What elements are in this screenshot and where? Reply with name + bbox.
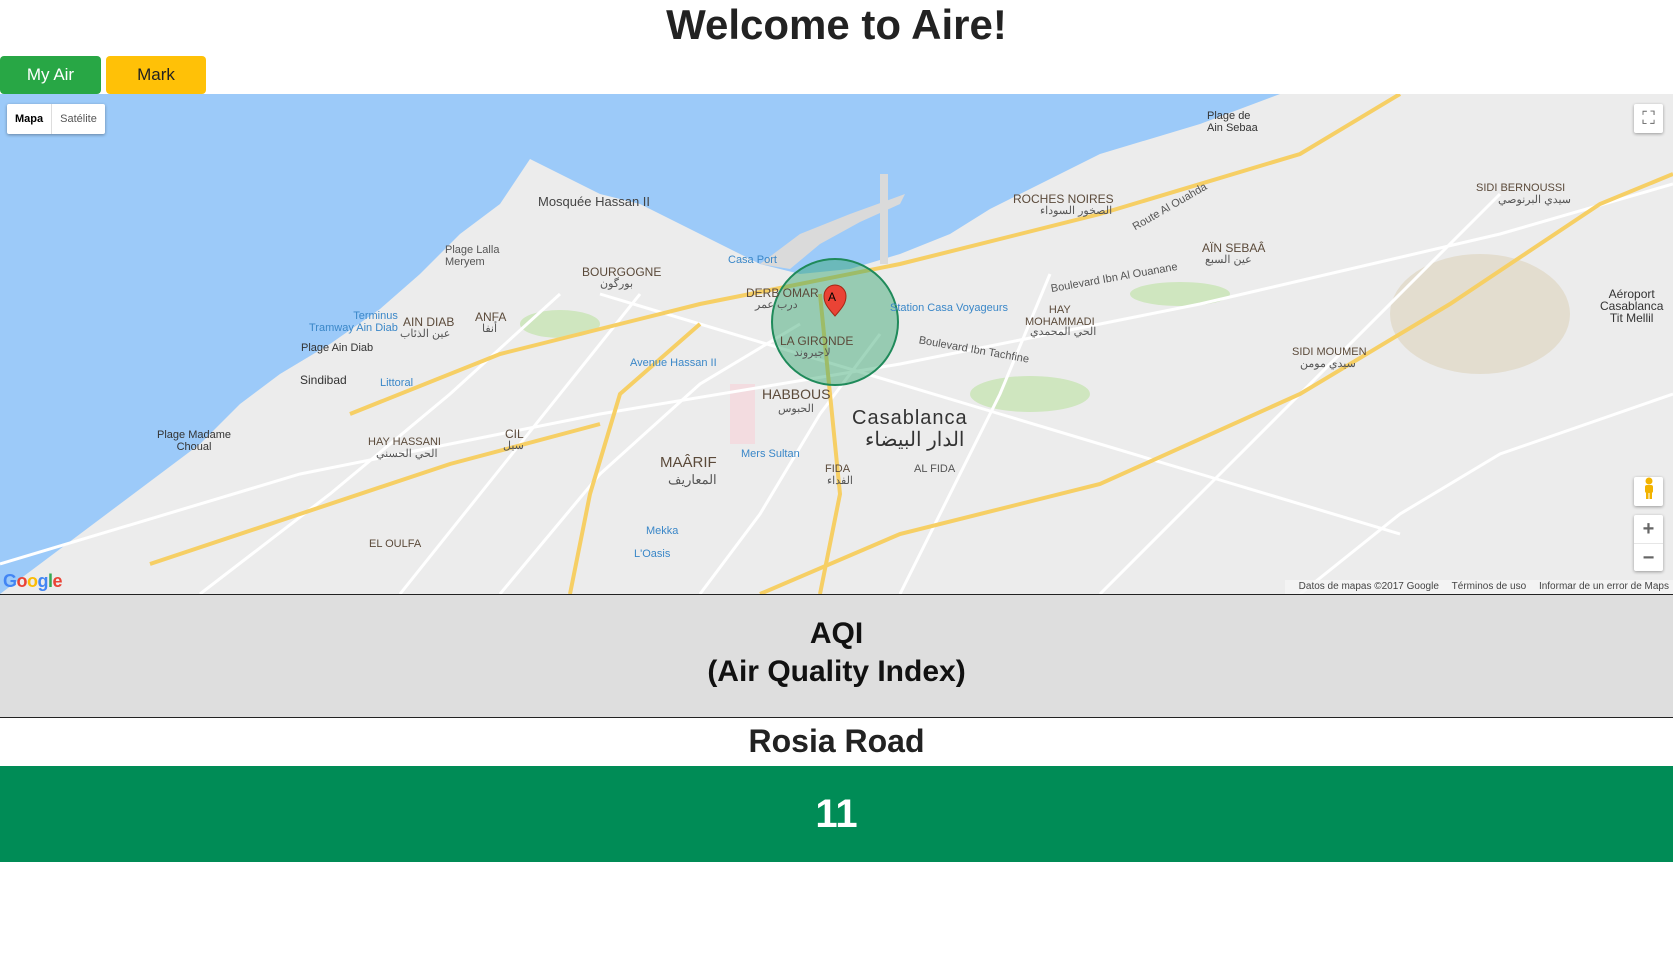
map-label-hay-hassani: HAY HASSANI <box>368 436 441 448</box>
map-label-maarif: MAÂRIF <box>660 454 717 471</box>
map-label-ain-diab: AIN DIAB <box>403 315 455 329</box>
map-label-derb-omar: DERB OMAR <box>746 286 819 300</box>
map-label-plage-ain-sebaa: Plage de Ain Sebaa <box>1207 110 1258 134</box>
map-label-littoral: Littoral <box>380 377 414 389</box>
map-label-casablanca: Casablanca <box>852 407 968 429</box>
map-label-habbous-ar: الحبوس <box>778 403 814 415</box>
map-data-attribution: Datos de mapas ©2017 Google <box>1298 581 1439 592</box>
map-label-loasis: L'Oasis <box>634 548 671 560</box>
terms-of-use-link[interactable]: Términos de uso <box>1452 581 1526 592</box>
mark-area-button[interactable]: Mark Area <box>106 56 206 122</box>
map-label-casa-voyageurs: Station Casa Voyageurs <box>890 302 1009 314</box>
report-error-link[interactable]: Informar de un error de Maps <box>1539 581 1669 592</box>
map-label-casa-port: Casa Port <box>728 254 777 266</box>
zoom-in-icon[interactable]: + <box>1634 515 1663 544</box>
map-label-mosquee: Mosquée Hassan II <box>538 194 651 209</box>
map-label-hay-mohammadi: HAY MOHAMMADI <box>1025 304 1095 328</box>
aqi-heading-line2: (Air Quality Index) <box>707 655 966 688</box>
map-label-roches-noires: ROCHES NOIRES <box>1013 192 1114 206</box>
aqi-heading-line1: AQI <box>809 617 864 650</box>
map-label-la-gironde: LA GIRONDE <box>780 334 854 348</box>
map-label-el-oulfa: EL OULFA <box>369 538 422 550</box>
map-label-cil-ar: سيل <box>503 440 524 452</box>
map-label-fida-ar: الفداء <box>827 475 853 487</box>
map-label-bourgogne: BOURGOGNE <box>582 265 662 279</box>
map-label-hay-hassani-ar: الحي الحسني <box>376 448 438 460</box>
zoom-control: + − <box>1634 515 1663 571</box>
map-label-plage-lalla: Plage Lalla Meryem <box>445 244 500 268</box>
map-label-maarif-ar: المعاريف <box>668 472 717 487</box>
map-label-casablanca-ar: الدار البيضاء <box>865 429 965 451</box>
marker-label: A <box>828 290 837 304</box>
map-label-mekka: Mekka <box>646 525 679 537</box>
zoom-out-icon[interactable]: − <box>1634 544 1663 572</box>
map-attribution: Datos de mapas ©2017 Google Términos de … <box>1284 580 1673 594</box>
fullscreen-icon[interactable]: ⛶ <box>1634 104 1663 133</box>
map-label-la-gironde-ar: لاجيروند <box>794 347 831 359</box>
google-logo: Google <box>3 571 63 591</box>
map-label-sidi-bernoussi: SIDI BERNOUSSI <box>1476 182 1566 194</box>
map-label-derb-omar-ar: درب عمر <box>755 299 798 311</box>
map-label-mers-sultan: Mers Sultan <box>741 448 800 460</box>
map-label-aeroport: Aéroport Casablanca Tit Mellil <box>1600 287 1664 325</box>
location-name: Rosia Road <box>748 723 925 759</box>
map-label-sindibad: Sindibad <box>300 373 347 387</box>
map-label-avenue-hassan: Avenue Hassan II <box>630 357 717 369</box>
map-label-anfa-ar: أنفا <box>482 323 498 335</box>
street-view-pegman-icon[interactable] <box>1634 477 1663 506</box>
map-label-fida: FIDA <box>825 463 851 475</box>
map-label-ain-sebaa: AÏN SEBAÂ <box>1202 241 1266 255</box>
my-air-info-button[interactable]: My Air Info <box>0 56 101 122</box>
map-label-cil: CIL <box>505 427 524 441</box>
aqi-heading: AQI (Air Quality Index) <box>0 594 1673 718</box>
map-type-satellite-button[interactable]: Satélite <box>52 104 105 134</box>
map-label-ain-sebaa-ar: عين السبع <box>1205 254 1252 266</box>
map-type-control: Mapa Satélite <box>7 104 105 134</box>
map-label-habbous: HABBOUS <box>762 386 831 402</box>
map-type-map-button[interactable]: Mapa <box>7 104 53 134</box>
map-label-plage-madame: Plage Madame Choual <box>157 429 231 453</box>
map-label-sidi-moumen: SIDI MOUMEN <box>1292 346 1367 358</box>
map-label-hay-mohammadi-ar: الحي المحمدي <box>1030 326 1097 338</box>
map-view[interactable]: A Mosquée Hassan II Plage Lalla Meryem B… <box>0 94 1673 594</box>
map-label-anfa: ANFA <box>475 310 507 324</box>
map-label-al-fida: AL FIDA <box>914 463 956 475</box>
map-label-terminus: Terminus Tramway Ain Diab <box>309 310 398 334</box>
map-label-plage-ain-diab: Plage Ain Diab <box>301 342 374 354</box>
map-label-roches-noires-ar: الصخور السوداء <box>1040 205 1113 217</box>
map-label-sidi-bernoussi-ar: سيدي البرنوصي <box>1498 194 1572 206</box>
aqi-value: 11 <box>0 766 1673 862</box>
map-label-sidi-moumen-ar: سيدي مومن <box>1300 358 1356 370</box>
page-title: Welcome to Aire! <box>666 1 1007 48</box>
map-label-bourgogne-ar: بورگون <box>600 278 634 290</box>
map-label-ain-diab-ar: عين الذئاب <box>400 328 451 340</box>
